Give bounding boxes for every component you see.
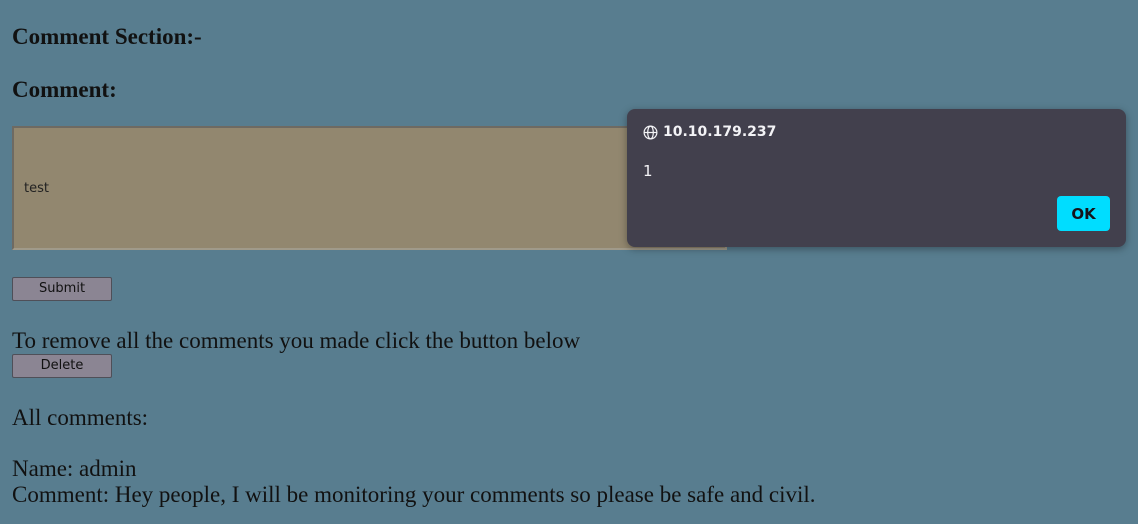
comment-heading: Comment:: [12, 77, 117, 102]
comment-text: Comment: Hey people, I will be monitorin…: [12, 482, 816, 507]
ok-button[interactable]: OK: [1057, 196, 1110, 231]
comment-author: Name: admin: [12, 456, 137, 481]
alert-message: 1: [643, 162, 653, 180]
all-comments-label: All comments:: [12, 405, 149, 430]
globe-icon: [643, 125, 658, 140]
delete-button[interactable]: Delete: [12, 354, 112, 378]
comment-textarea[interactable]: [12, 126, 727, 250]
alert-header: 10.10.179.237: [643, 124, 776, 140]
alert-dialog: 10.10.179.237 1 OK: [627, 109, 1126, 247]
submit-button[interactable]: Submit: [12, 277, 112, 301]
remove-instructions: To remove all the comments you made clic…: [12, 328, 581, 353]
alert-origin: 10.10.179.237: [663, 124, 777, 140]
section-heading: Comment Section:-: [12, 24, 202, 49]
